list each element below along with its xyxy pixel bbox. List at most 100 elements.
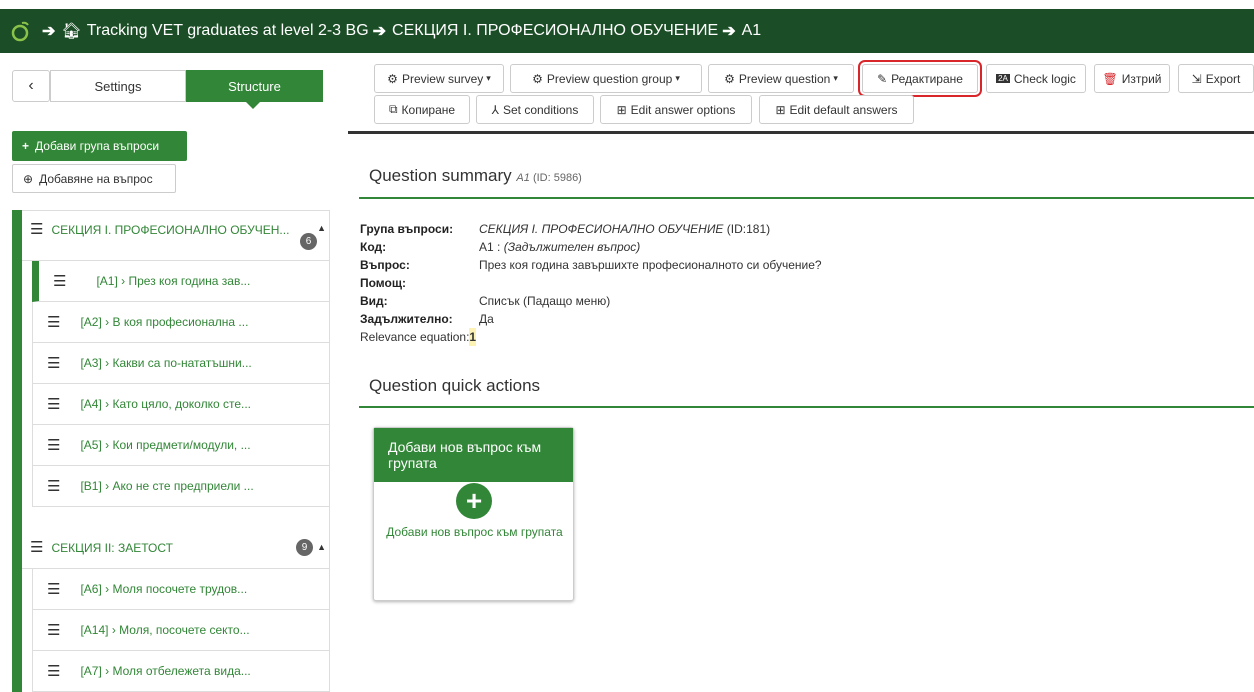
group-id: (ID:181) <box>726 222 771 236</box>
list-item[interactable]: ☰ [A2] › В коя професионална ... <box>32 302 330 343</box>
add-question-group-label: Добави група въпроси <box>35 139 160 153</box>
table-icon: ⊞ <box>616 102 627 117</box>
summary-label: Помощ: <box>360 276 406 290</box>
breadcrumb-arrow-icon: ➔ <box>42 23 56 40</box>
question-code: [A5] <box>80 438 102 452</box>
summary-row-question: Въпрос: През коя година завършихте профе… <box>360 256 822 274</box>
drag-handle-icon[interactable]: ☰ <box>47 580 60 598</box>
summary-row-help: Помощ: <box>360 274 822 292</box>
drag-handle-icon[interactable]: ☰ <box>47 395 60 413</box>
question-group-title[interactable]: СЕКЦИЯ II: ЗАЕТОСТ <box>51 541 172 555</box>
question-code: [A6] <box>80 582 102 596</box>
breadcrumb-question[interactable]: A1 <box>742 22 762 40</box>
question-toolbar: ⚙ Preview survey ▾ ⚙ Preview question group… <box>348 60 1254 134</box>
question-group-header[interactable]: ☰ СЕКЦИЯ II: ЗАЕТОСТ 9 ▲ <box>22 527 330 569</box>
summary-heading: Question summary <box>369 166 512 185</box>
copy-button[interactable]: ⧉ Копиране <box>374 95 470 124</box>
question-ref: A1 (ID: 5986) <box>516 172 581 184</box>
question-group-title[interactable]: СЕКЦИЯ I. ПРОФЕСИОНАЛНО ОБУЧЕН... <box>51 223 303 237</box>
question-text: Като цяло, доколко сте... <box>112 397 252 411</box>
breadcrumb-section[interactable]: СЕКЦИЯ I. ПРОФЕСИОНАЛНО ОБУЧЕНИЕ <box>392 22 718 40</box>
group-name: СЕКЦИЯ I. ПРОФЕСИОНАЛНО ОБУЧЕНИЕ <box>479 222 724 236</box>
summary-value: Списък (Падащо меню) <box>479 294 611 308</box>
question-count-badge: 6 <box>300 233 317 250</box>
card-title: Добави нов въпрос към групата <box>374 428 573 482</box>
set-conditions-button[interactable]: ⅄ Set conditions <box>476 95 594 124</box>
list-item[interactable]: ☰ [B1] › Ако не сте предприели ... <box>32 466 330 507</box>
summary-row-type: Вид: Списък (Падащо меню) <box>360 292 822 310</box>
summary-label: Код: <box>360 240 387 254</box>
group-spacer <box>22 507 330 527</box>
summary-row-group: Група въпроси: СЕКЦИЯ I. ПРОФЕСИОНАЛНО О… <box>360 220 822 238</box>
sidebar-tabs: ‹ Settings Structure <box>12 70 323 109</box>
edit-answer-options-button[interactable]: ⊞ Edit answer options <box>600 95 752 124</box>
caret-up-icon[interactable]: ▲ <box>317 542 326 552</box>
list-item[interactable]: ☰ [A4] › Като цяло, доколко сте... <box>32 384 330 425</box>
drag-handle-icon[interactable]: ☰ <box>47 662 60 680</box>
list-item[interactable]: ☰ [A1] › През коя година зав... <box>32 261 330 302</box>
quick-actions-title: Question quick actions <box>369 376 541 395</box>
drag-handle-icon[interactable]: ☰ <box>30 222 43 237</box>
question-code-ref: A1 <box>516 172 530 184</box>
copy-label: Копиране <box>401 102 456 117</box>
tab-structure[interactable]: Structure <box>186 70 323 109</box>
plus-circle-icon[interactable]: + <box>456 483 492 519</box>
list-item[interactable]: ☰ [A3] › Какви са по-нататъшни... <box>32 343 330 384</box>
divider <box>359 406 1254 408</box>
summary-row-relevance: Relevance equation: 1 <box>360 328 822 346</box>
edit-label: Редактиране <box>891 71 963 86</box>
drag-handle-icon[interactable]: ☰ <box>47 477 60 495</box>
question-text: Моля посочете трудов... <box>112 582 248 596</box>
top-bar: ➔ 🏠︎ Tracking VET graduates at level 2-3… <box>0 0 1254 62</box>
tab-settings[interactable]: Settings <box>50 70 186 102</box>
list-item[interactable]: ☰ [A7] › Моля отбележета вида... <box>32 651 330 692</box>
question-summary-table: Група въпроси: СЕКЦИЯ I. ПРОФЕСИОНАЛНО О… <box>360 220 822 346</box>
question-text: През коя година зав... <box>128 274 251 288</box>
home-icon[interactable]: 🏠︎ <box>61 21 81 41</box>
card-label[interactable]: Добави нов въпрос към групата <box>374 525 575 539</box>
question-group-header[interactable]: ☰ СЕКЦИЯ I. ПРОФЕСИОНАЛНО ОБУЧЕН... 6 ▲ <box>22 210 330 261</box>
edit-button[interactable]: ✎ Редактиране <box>858 60 982 97</box>
question-code: [A2] <box>80 315 102 329</box>
question-code: [B1] <box>80 479 102 493</box>
conditions-icon: ⅄ <box>491 102 499 117</box>
drag-handle-icon[interactable]: ☰ <box>47 354 60 372</box>
preview-survey-label: Preview survey <box>401 71 484 86</box>
drag-handle-icon[interactable]: ☰ <box>30 540 43 555</box>
preview-survey-button[interactable]: ⚙ Preview survey ▾ <box>374 64 504 93</box>
caret-up-icon[interactable]: ▲ <box>317 223 326 233</box>
preview-question-group-button[interactable]: ⚙ Preview question group ▾ <box>510 64 702 93</box>
drag-handle-icon[interactable]: ☰ <box>53 272 66 290</box>
add-question-group-button[interactable]: + Добави група въпроси <box>12 131 187 161</box>
drag-handle-icon[interactable]: ☰ <box>47 313 60 331</box>
preview-question-button[interactable]: ⚙ Preview question ▾ <box>708 64 854 93</box>
add-question-button[interactable]: ⊕ Добавяне на въпрос <box>12 164 176 193</box>
caret-down-icon: ▾ <box>833 73 838 83</box>
export-button[interactable]: ⇲ Export <box>1178 64 1254 93</box>
chevron-left-icon: ‹ <box>28 77 34 94</box>
question-tree: ☰ СЕКЦИЯ I. ПРОФЕСИОНАЛНО ОБУЧЕН... 6 ▲ … <box>12 210 330 692</box>
caret-down-icon: ▾ <box>675 73 680 83</box>
table-icon: ⊞ <box>775 102 786 117</box>
breadcrumb-arrow-icon: ➔ <box>722 23 736 40</box>
add-question-card[interactable]: Добави нов въпрос към групата + Добави н… <box>373 427 574 601</box>
question-code: A1 : <box>479 240 501 254</box>
list-item[interactable]: ☰ [A14] › Моля, посочете секто... <box>32 610 330 651</box>
question-group: ☰ СЕКЦИЯ I. ПРОФЕСИОНАЛНО ОБУЧЕН... 6 ▲ … <box>12 210 330 527</box>
breadcrumb-project[interactable]: Tracking VET graduates at level 2-3 BG <box>87 22 369 40</box>
sidebar: ‹ Settings Structure + Добави група въпр… <box>0 62 345 692</box>
gear-icon: ⚙ <box>387 71 398 86</box>
check-logic-button[interactable]: 2A Check logic <box>986 64 1086 93</box>
delete-button[interactable]: 🗑︎ Изтрий <box>1094 64 1170 93</box>
limesurvey-logo-icon[interactable] <box>10 20 32 42</box>
collapse-sidebar-button[interactable]: ‹ <box>12 70 50 102</box>
summary-row-code: Код: A1 : (Задължителен въпрос) <box>360 238 822 256</box>
drag-handle-icon[interactable]: ☰ <box>47 436 60 454</box>
list-item[interactable]: ☰ [A6] › Моля посочете трудов... <box>32 569 330 610</box>
edit-default-answers-button[interactable]: ⊞ Edit default answers <box>759 95 914 124</box>
gear-icon: ⚙ <box>532 71 543 86</box>
breadcrumb: ➔ 🏠︎ Tracking VET graduates at level 2-3… <box>0 9 1254 53</box>
question-text: В коя професионална ... <box>112 315 249 329</box>
drag-handle-icon[interactable]: ☰ <box>47 621 60 639</box>
list-item[interactable]: ☰ [A5] › Кои предмети/модули, ... <box>32 425 330 466</box>
